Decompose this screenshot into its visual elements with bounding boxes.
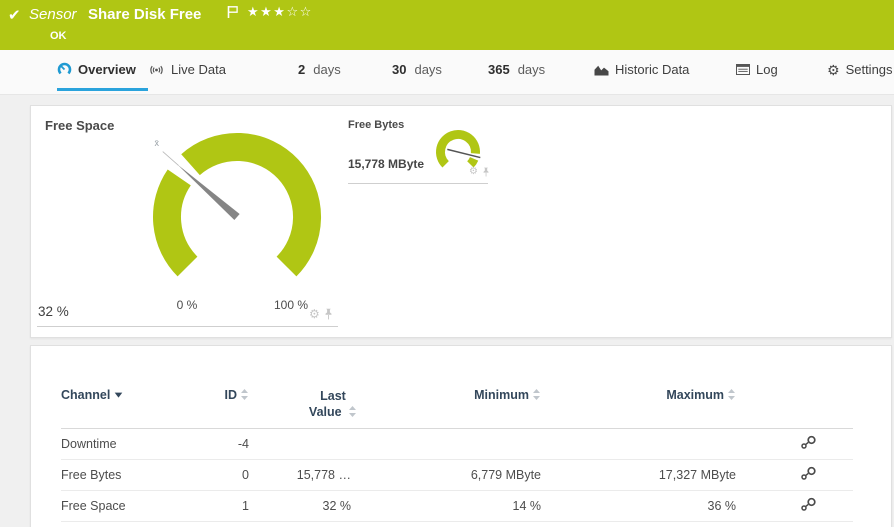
column-header-maximum[interactable]: Maximum	[541, 382, 736, 429]
tab-live-data[interactable]: Live Data	[148, 62, 226, 77]
channel-name-cell: Free Bytes	[61, 460, 221, 491]
tab-live-data-label: Live Data	[171, 62, 226, 77]
widget-pin-icon[interactable]	[482, 167, 490, 177]
tab-settings[interactable]: ⚙ Settings	[827, 62, 893, 77]
channels-table: Channel ID Last Value Minimum Maximum	[61, 382, 853, 522]
tab-365-days[interactable]: 365 days	[488, 62, 545, 77]
channels-panel: Channel ID Last Value Minimum Maximum	[30, 345, 892, 527]
free-bytes-gauge-value: 15,778 MByte	[348, 157, 424, 171]
sort-toggle-icon	[348, 406, 357, 417]
sort-toggle-icon	[727, 389, 736, 400]
tab-overview[interactable]: Overview	[57, 62, 136, 77]
column-header-id-label: ID	[225, 388, 238, 402]
free-space-widget-actions: ⚙	[309, 308, 333, 320]
free-space-widget-divider	[37, 326, 338, 327]
log-icon	[736, 64, 750, 75]
flag-icon[interactable]	[227, 5, 239, 24]
stars-empty: ☆☆	[286, 4, 312, 19]
column-header-minimum-label: Minimum	[474, 388, 529, 402]
tab-365-days-label: days	[518, 62, 545, 77]
active-tab-underline	[57, 88, 148, 91]
channel-maximum-cell: 36 %	[541, 491, 736, 522]
channel-last-value-cell: 32 %	[249, 491, 351, 522]
column-header-channel-label: Channel	[61, 388, 110, 402]
table-row-free-space: Free Space 1 32 % 14 % 36 %	[61, 491, 853, 522]
free-space-gauge-title: Free Space	[45, 118, 114, 133]
channel-settings-icon[interactable]	[800, 435, 817, 450]
channel-id-cell: 1	[221, 491, 249, 522]
column-header-actions	[736, 382, 853, 429]
channel-name-cell: Free Space	[61, 491, 221, 522]
column-header-channel[interactable]: Channel	[61, 382, 221, 429]
free-space-scale-min: 0 %	[177, 298, 198, 312]
free-space-scale-max: 100 %	[274, 298, 308, 312]
gauges-panel: Free Space x̄ 0 % 100 % 32 % ⚙ Free Byte…	[30, 105, 892, 338]
free-space-gauge: x̄	[142, 122, 332, 290]
widget-gear-icon[interactable]: ⚙	[469, 167, 478, 177]
gauge-icon	[57, 62, 72, 77]
tab-log[interactable]: Log	[736, 62, 778, 77]
historic-data-icon	[594, 64, 609, 76]
tab-settings-label: Settings	[846, 62, 893, 77]
tab-30-days-label: days	[414, 62, 441, 77]
tab-historic-data[interactable]: Historic Data	[594, 62, 689, 77]
sensor-title: Share Disk Free	[88, 6, 201, 23]
column-header-minimum[interactable]: Minimum	[351, 382, 541, 429]
channel-last-value-cell: 15,778 …	[249, 460, 351, 491]
column-header-maximum-label: Maximum	[666, 388, 724, 402]
channel-minimum-cell: 14 %	[351, 491, 541, 522]
priority-stars[interactable]: ★★★☆☆	[247, 4, 313, 20]
free-bytes-widget-divider	[348, 183, 488, 184]
tab-2-days-number: 2	[298, 62, 305, 77]
free-bytes-widget-actions: ⚙	[469, 167, 490, 177]
column-header-last-value-label: Last Value	[309, 389, 346, 419]
tab-bar: Overview Live Data 2 days 30 days 365 da…	[0, 50, 894, 95]
tab-overview-label: Overview	[78, 62, 136, 77]
channels-table-header-row: Channel ID Last Value Minimum Maximum	[61, 382, 853, 429]
channel-settings-icon[interactable]	[800, 497, 817, 512]
sort-desc-icon	[114, 392, 123, 398]
free-bytes-gauge-title: Free Bytes	[348, 119, 404, 131]
svg-text:x̄: x̄	[154, 138, 159, 148]
tab-2-days[interactable]: 2 days	[298, 62, 341, 77]
channel-settings-icon[interactable]	[800, 466, 817, 481]
sort-toggle-icon	[532, 389, 541, 400]
table-row-downtime: Downtime -4	[61, 429, 853, 460]
tab-2-days-label: days	[313, 62, 340, 77]
live-data-icon	[148, 64, 165, 76]
channel-name-cell: Downtime	[61, 429, 221, 460]
column-header-id[interactable]: ID	[221, 382, 249, 429]
tab-historic-data-label: Historic Data	[615, 62, 689, 77]
widget-pin-icon[interactable]	[324, 308, 333, 320]
channel-id-cell: 0	[221, 460, 249, 491]
sensor-status-banner: ✔ Sensor Share Disk Free ★★★☆☆ OK	[0, 0, 894, 50]
settings-gear-icon: ⚙	[827, 63, 840, 77]
stars-filled: ★★★	[247, 4, 286, 19]
tab-365-days-number: 365	[488, 62, 510, 77]
free-space-gauge-value: 32 %	[38, 304, 69, 319]
channel-id-cell: -4	[221, 429, 249, 460]
channel-maximum-cell	[541, 429, 736, 460]
channel-minimum-cell: 6,779 MByte	[351, 460, 541, 491]
channel-maximum-cell: 17,327 MByte	[541, 460, 736, 491]
tab-30-days[interactable]: 30 days	[392, 62, 442, 77]
column-header-last-value[interactable]: Last Value	[249, 382, 351, 429]
tab-log-label: Log	[756, 62, 778, 77]
status-check-icon: ✔	[8, 6, 21, 24]
sensor-type-label: Sensor	[29, 6, 77, 23]
table-row-free-bytes: Free Bytes 0 15,778 … 6,779 MByte 17,327…	[61, 460, 853, 491]
prtg-sensor-page: ✔ Sensor Share Disk Free ★★★☆☆ OK Overvi…	[0, 0, 894, 527]
widget-gear-icon[interactable]: ⚙	[309, 308, 320, 320]
channel-minimum-cell	[351, 429, 541, 460]
channel-last-value-cell	[249, 429, 351, 460]
tab-30-days-number: 30	[392, 62, 406, 77]
status-text: OK	[50, 30, 67, 42]
sort-toggle-icon	[240, 389, 249, 400]
